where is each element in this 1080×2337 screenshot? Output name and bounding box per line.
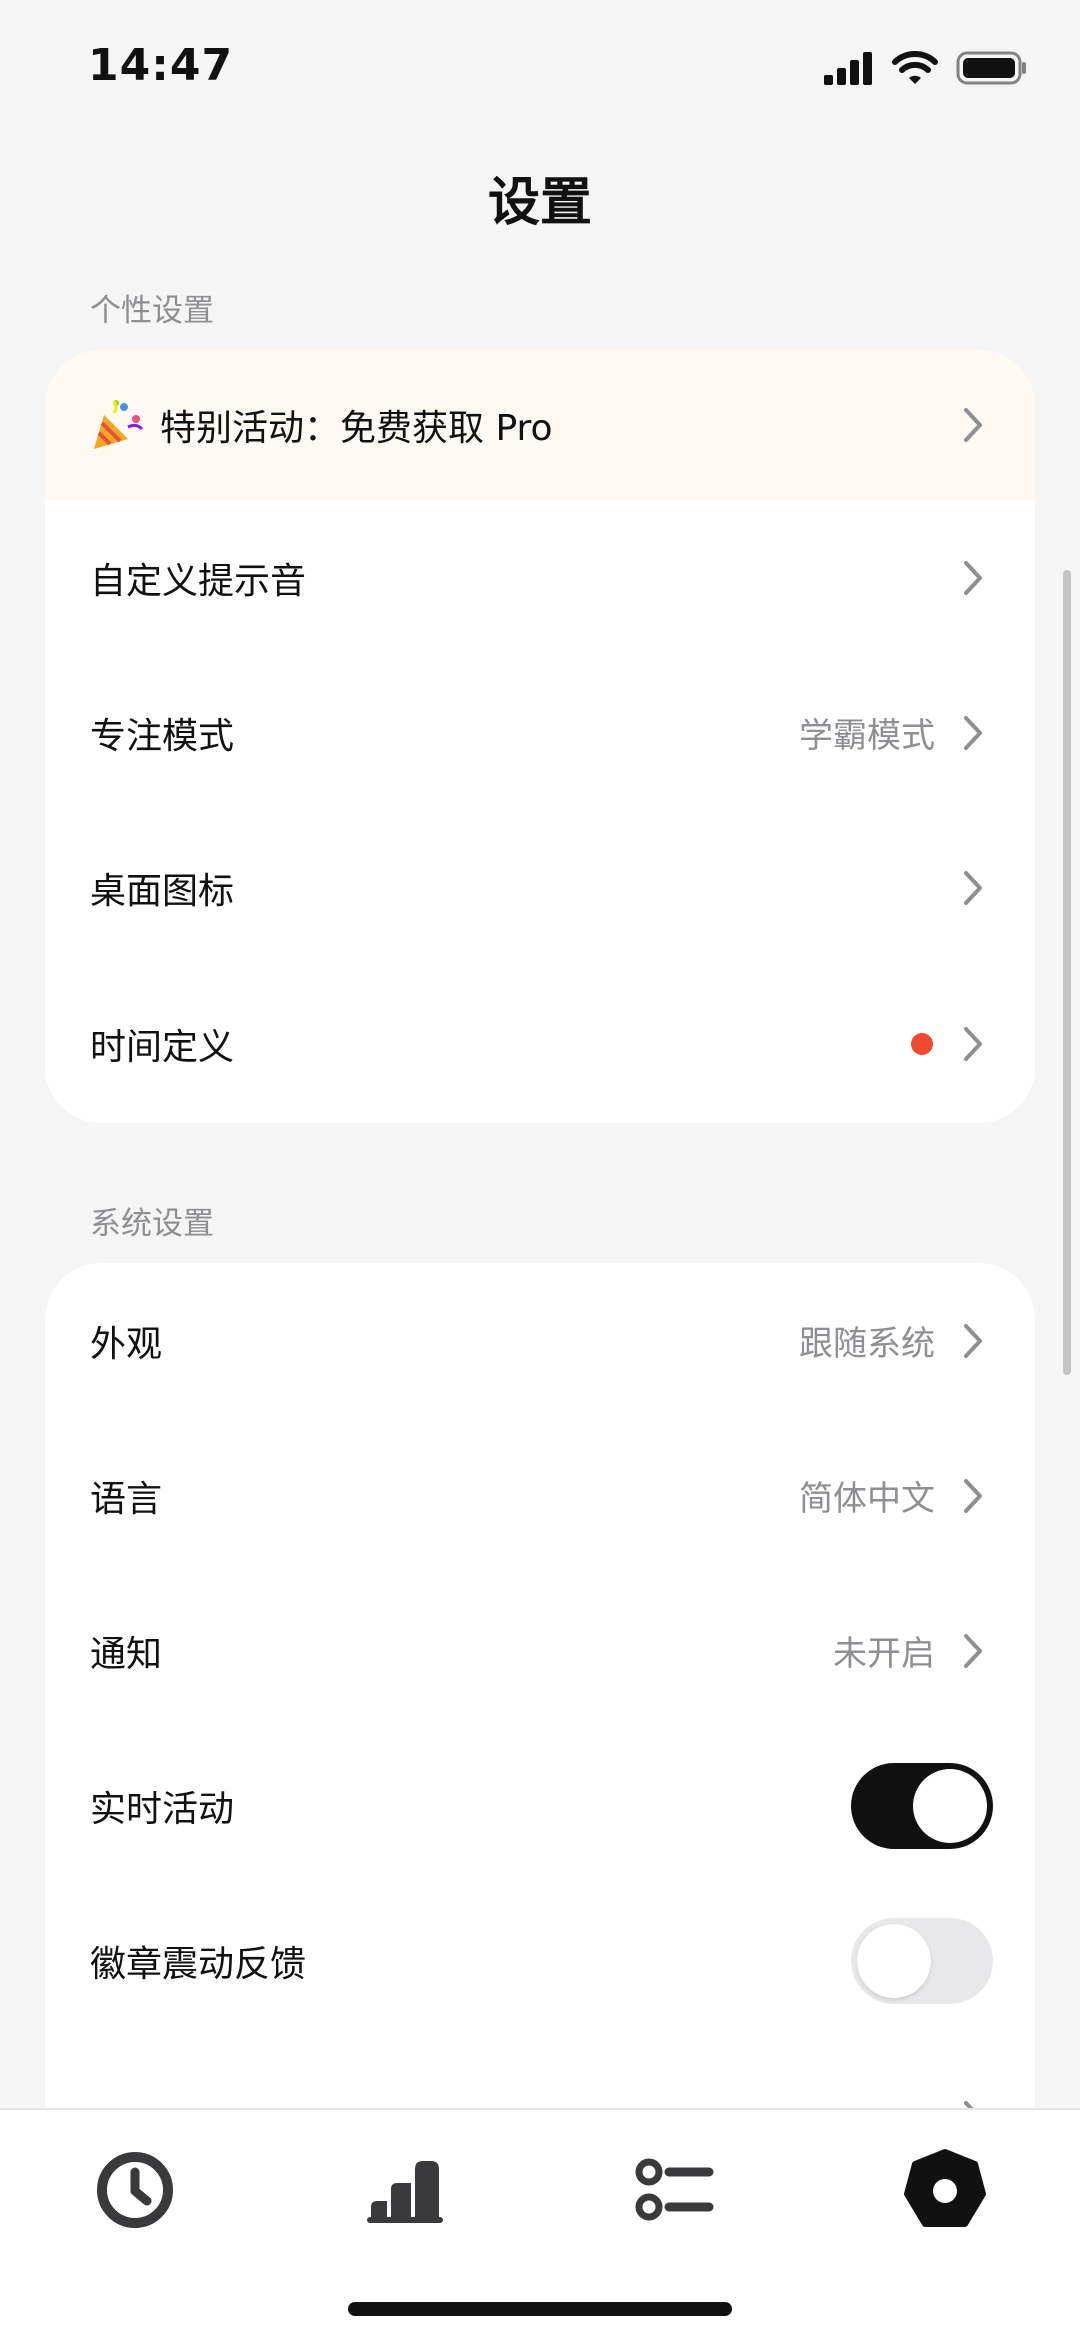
appearance-value: 跟随系统 <box>799 1324 935 1364</box>
icloud-sync-label: iCloud 数据同步 <box>90 2098 961 2108</box>
section-header-system: 系统设置 <box>90 1206 214 1242</box>
notifications-value: 未开启 <box>833 1634 935 1674</box>
tab-statistics[interactable] <box>355 2140 455 2240</box>
time-definition-label: 时间定义 <box>90 1027 235 1068</box>
promo-label: 特别活动：免费获取 Pro <box>160 408 553 449</box>
home-indicator <box>348 2302 732 2316</box>
language-label: 语言 <box>90 1478 163 1520</box>
chevron-right-icon <box>964 408 982 442</box>
status-time: 14:47 <box>88 40 234 91</box>
settings-icon <box>904 2149 986 2227</box>
status-icons <box>824 46 1028 90</box>
chevron-right-icon <box>964 1027 982 1061</box>
chevron-right-icon <box>964 2101 974 2108</box>
app-icon-row[interactable]: 桌面图标 <box>45 810 1035 965</box>
stats-icon <box>367 2161 443 2223</box>
live-activity-label: 实时活动 <box>90 1788 235 1830</box>
list-icon <box>635 2158 714 2221</box>
chevron-right-icon <box>964 715 982 750</box>
wifi-icon <box>892 51 938 84</box>
tab-settings[interactable] <box>895 2140 995 2240</box>
appearance-row[interactable]: 外观 跟随系统 <box>45 1263 1035 1418</box>
app-icon-label: 桌面图标 <box>90 870 235 912</box>
focus-mode-label: 专注模式 <box>90 715 235 757</box>
notifications-row[interactable]: 通知 未开启 <box>45 1573 1035 1728</box>
section-header-personal: 个性设置 <box>90 293 214 329</box>
tab-tasks[interactable] <box>625 2140 725 2240</box>
tab-bar <box>0 2108 1080 2337</box>
chevron-right-icon <box>964 1633 982 1668</box>
language-row[interactable]: 语言 简体中文 <box>45 1418 1035 1573</box>
promo-row[interactable]: 特别活动：免费获取 Pro <box>45 350 1035 500</box>
live-activity-toggle[interactable] <box>851 1762 993 1849</box>
scrollbar[interactable] <box>1063 570 1071 1375</box>
custom-sound-row[interactable]: 自定义提示音 <box>45 500 1035 655</box>
badge-haptic-row: 徽章震动反馈 <box>45 1883 1035 2038</box>
settings-screen: 14:47 设置 个性设置 特别活动：免费获取 Pro 自定义提示音 专注模式 … <box>0 0 1080 2337</box>
chevron-right-icon <box>964 560 982 595</box>
new-badge-dot <box>911 1033 933 1055</box>
custom-sound-label: 自定义提示音 <box>90 560 307 602</box>
icloud-sync-row[interactable]: iCloud 数据同步 <box>45 2038 1035 2108</box>
cellular-signal-icon <box>824 52 872 85</box>
tab-timer[interactable] <box>85 2140 185 2240</box>
focus-mode-row[interactable]: 专注模式 学霸模式 <box>45 655 1035 810</box>
toggle-knob <box>913 1768 987 1843</box>
appearance-label: 外观 <box>90 1323 163 1365</box>
badge-haptic-label: 徽章震动反馈 <box>90 1943 307 1985</box>
badge-haptic-toggle[interactable] <box>851 1917 993 2004</box>
live-activity-row: 实时活动 <box>45 1728 1035 1883</box>
page-title: 设置 <box>487 173 592 233</box>
language-value: 简体中文 <box>799 1479 935 1519</box>
time-definition-row[interactable]: 时间定义 <box>45 965 1035 1123</box>
notifications-label: 通知 <box>90 1633 163 1675</box>
battery-icon <box>956 51 1026 85</box>
toggle-knob <box>857 1923 931 1998</box>
personal-settings-card: 特别活动：免费获取 Pro 自定义提示音 专注模式 学霸模式 桌面图标 时间定义 <box>45 350 1035 1123</box>
focus-mode-value: 学霸模式 <box>799 716 935 756</box>
status-bar: 14:47 <box>0 0 1080 130</box>
clock-icon <box>97 2152 173 2228</box>
chevron-right-icon <box>964 1478 982 1513</box>
chevron-right-icon <box>964 870 982 905</box>
chevron-right-icon <box>964 1323 982 1358</box>
party-popper-icon <box>94 400 144 449</box>
system-settings-card: 外观 跟随系统 语言 简体中文 通知 未开启 实时活动 徽章震动反馈 iClou… <box>45 1263 1035 2108</box>
